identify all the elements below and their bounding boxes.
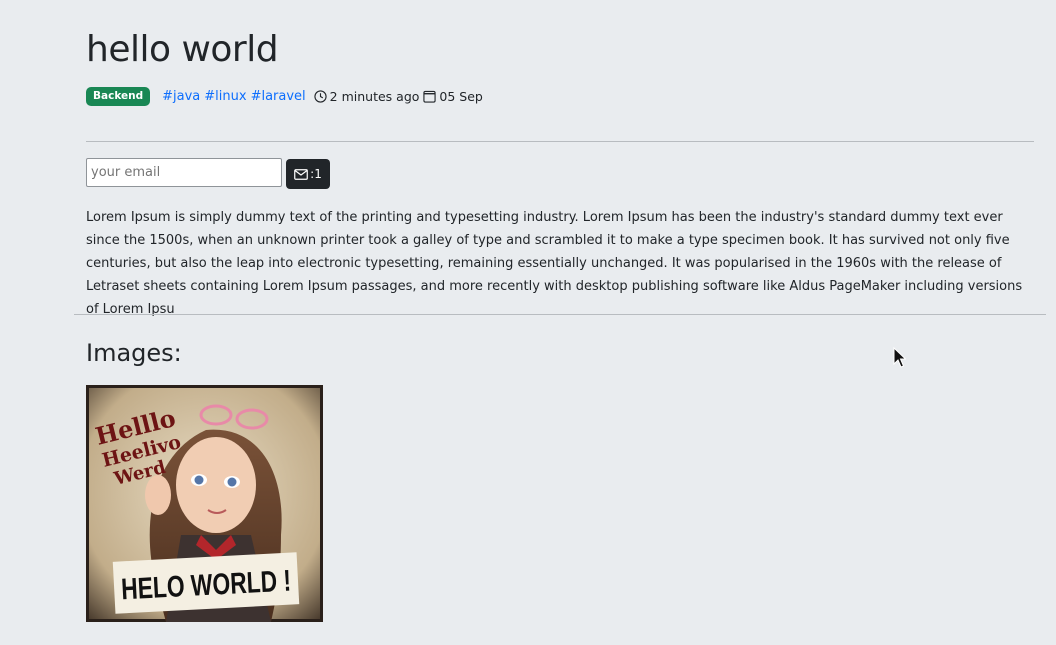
divider [86, 141, 1034, 142]
tag-laravel[interactable]: #laravel [251, 89, 306, 104]
post-body: Lorem Ipsum is simply dummy text of the … [86, 210, 1023, 317]
envelope-icon [294, 168, 309, 180]
clock-icon [314, 89, 327, 103]
post-meta: Backend #java #linux #laravel 2 minutes … [86, 86, 483, 106]
date-text: 05 Sep [439, 88, 483, 104]
email-field[interactable] [86, 158, 282, 187]
calendar-icon [423, 90, 437, 103]
images-heading: Images: [86, 339, 182, 367]
post-image[interactable]: Helllo Heelivo Werd HELO WORLD ! [86, 385, 323, 622]
subscribe-button[interactable]: :1 [286, 159, 330, 189]
tag-java[interactable]: #java [162, 89, 200, 104]
time-ago: 2 minutes ago [329, 88, 420, 104]
mouse-cursor-icon [893, 347, 906, 368]
divider [74, 314, 1046, 315]
post-time: 2 minutes ago [314, 88, 420, 104]
girl-portrait-image: Helllo Heelivo Werd HELO WORLD ! [86, 385, 323, 622]
post-date: 05 Sep [423, 88, 483, 104]
tag-linux[interactable]: #linux [204, 89, 246, 104]
subscribe-count: :1 [310, 167, 322, 181]
category-badge[interactable]: Backend [86, 86, 151, 106]
post-title: hello world [86, 29, 279, 70]
